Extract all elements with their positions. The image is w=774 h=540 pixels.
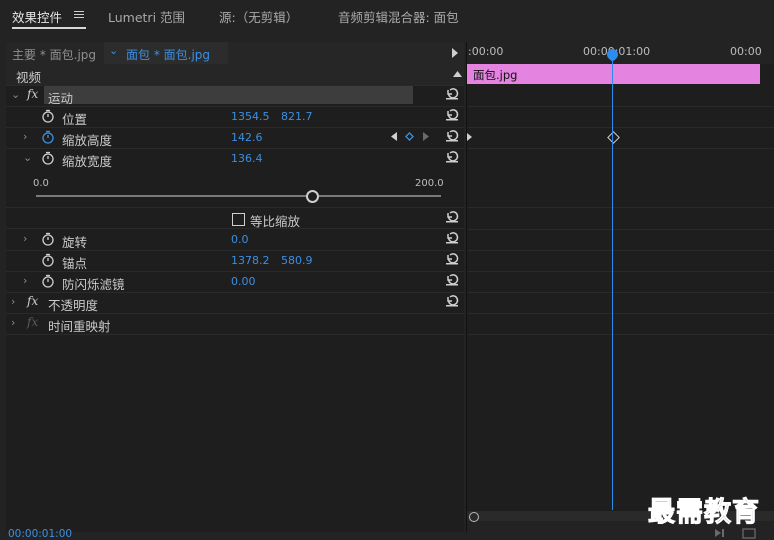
reset-icon[interactable] xyxy=(445,231,459,245)
tab-source[interactable]: 源:（无剪辑） xyxy=(219,7,298,26)
zoom-scroll-handle[interactable] xyxy=(469,512,479,522)
anchor-point-label: 锚点 xyxy=(62,256,88,271)
reset-icon[interactable] xyxy=(445,252,459,266)
sequence-clip-label[interactable]: 面包 * 面包.jpg xyxy=(126,46,210,63)
stopwatch-icon[interactable] xyxy=(41,253,55,267)
keyframe-start-marker-icon xyxy=(467,133,472,141)
rotation-label: 旋转 xyxy=(62,235,88,250)
reset-icon[interactable] xyxy=(445,294,459,308)
rotation-value[interactable]: 0.0 xyxy=(231,233,249,246)
tab-lumetri-scopes[interactable]: Lumetri 范围 xyxy=(108,7,185,26)
timeline-track-row xyxy=(467,127,774,149)
timeline-clip-name: 面包.jpg xyxy=(473,68,518,82)
anti-flicker-value[interactable]: 0.00 xyxy=(231,275,256,288)
stopwatch-active-icon[interactable] xyxy=(41,130,55,144)
playhead-line[interactable] xyxy=(612,52,613,510)
current-timecode[interactable]: 00:00:01:00 xyxy=(8,528,72,540)
scale-width-value[interactable]: 136.4 xyxy=(231,152,263,165)
panel-tab-bar: 效果控件 Lumetri 范围 源:（无剪辑） 音频剪辑混合器: 面包 xyxy=(0,0,774,34)
anchor-x-value[interactable]: 1378.2 xyxy=(231,254,270,267)
chevron-right-icon[interactable]: › xyxy=(23,130,27,143)
timeline-track-row xyxy=(467,85,774,107)
chevron-right-icon[interactable]: › xyxy=(23,232,27,245)
add-keyframe-icon[interactable] xyxy=(405,132,414,141)
anchor-point-row: 锚点 1378.2 580.9 xyxy=(6,250,464,272)
next-keyframe-icon[interactable] xyxy=(423,132,429,141)
anti-flicker-row: › 防闪烁滤镜 0.00 xyxy=(6,271,464,293)
rotation-row: › 旋转 0.0 xyxy=(6,229,464,251)
position-label: 位置 xyxy=(62,112,88,127)
timeline-track-row xyxy=(467,271,774,293)
scale-height-row: › 缩放高度 142.6 xyxy=(6,127,464,149)
timeline-clip[interactable]: 面包.jpg xyxy=(467,64,760,84)
position-x-value[interactable]: 1354.5 xyxy=(231,110,270,123)
uniform-scale-checkbox[interactable] xyxy=(232,213,245,226)
scale-width-label: 缩放宽度 xyxy=(62,154,113,169)
time-ruler[interactable]: :00:00 00:00:01:00 00:00 xyxy=(467,42,774,64)
stopwatch-icon[interactable] xyxy=(41,274,55,288)
ruler-tick-label: 00:00 xyxy=(730,45,762,58)
position-row: 位置 1354.5 821.7 xyxy=(6,106,464,128)
tab-audio-clip-mixer[interactable]: 音频剪辑混合器: 面包 xyxy=(338,7,459,26)
fx-icon[interactable]: fx xyxy=(27,87,38,101)
prev-keyframe-icon[interactable] xyxy=(391,132,397,141)
scale-width-slider-track[interactable] xyxy=(36,195,441,197)
motion-label: 运动 xyxy=(48,91,74,106)
stopwatch-icon[interactable] xyxy=(41,151,55,165)
timeline-track-row xyxy=(467,208,774,230)
chevron-right-icon[interactable]: › xyxy=(11,295,15,308)
reset-icon[interactable] xyxy=(445,273,459,287)
reset-icon[interactable] xyxy=(445,129,459,143)
stopwatch-icon[interactable] xyxy=(41,232,55,246)
fx-icon[interactable]: fx xyxy=(27,294,38,308)
fx-disabled-icon: fx xyxy=(27,315,39,329)
scale-height-value[interactable]: 142.6 xyxy=(231,131,263,144)
opacity-label: 不透明度 xyxy=(48,298,99,313)
chevron-down-icon[interactable]: ⌄ xyxy=(23,151,32,164)
motion-header-highlight xyxy=(44,86,413,104)
ruler-tick-label: :00:00 xyxy=(468,45,504,58)
timeline-track-row xyxy=(467,106,774,128)
timeline-track-row xyxy=(467,292,774,314)
position-y-value[interactable]: 821.7 xyxy=(281,110,313,123)
timeline-track-row xyxy=(467,229,774,251)
timeline-track-row xyxy=(467,313,774,335)
time-remapping-row[interactable]: › fx 时间重映射 xyxy=(6,313,464,335)
time-remapping-label: 时间重映射 xyxy=(48,319,111,334)
scale-width-row: ⌄ 缩放宽度 136.4 xyxy=(6,148,464,169)
collapse-up-icon[interactable] xyxy=(453,70,462,78)
video-section-header: 视频 xyxy=(6,64,464,86)
scale-width-slider-thumb[interactable] xyxy=(305,190,319,203)
reset-icon[interactable] xyxy=(445,210,459,224)
chevron-right-icon[interactable]: › xyxy=(11,316,15,329)
chevron-down-icon[interactable]: ⌄ xyxy=(11,88,20,101)
active-tab-indicator xyxy=(12,27,86,29)
scale-height-label: 缩放高度 xyxy=(62,133,113,148)
anchor-y-value[interactable]: 580.9 xyxy=(281,254,313,267)
stopwatch-icon[interactable] xyxy=(41,109,55,123)
reset-icon[interactable] xyxy=(445,87,459,101)
panel-menu-icon[interactable] xyxy=(74,11,84,20)
anti-flicker-label: 防闪烁滤镜 xyxy=(62,277,125,292)
keyframe-diamond[interactable] xyxy=(607,131,620,144)
watermark-logo: 最需教育 xyxy=(648,497,760,529)
timeline-track-row xyxy=(467,148,774,208)
chevron-right-icon[interactable]: › xyxy=(23,274,27,287)
motion-effect-row[interactable]: ⌄ fx 运动 xyxy=(6,85,464,107)
reset-icon[interactable] xyxy=(445,108,459,122)
show-timeline-icon[interactable] xyxy=(452,48,458,58)
video-section-label: 视频 xyxy=(16,70,42,85)
row-divider xyxy=(6,207,464,208)
tab-effect-controls[interactable]: 效果控件 xyxy=(12,7,62,26)
slider-min-label: 0.0 xyxy=(33,178,49,189)
master-clip-label[interactable]: 主要 * 面包.jpg xyxy=(12,46,96,63)
slider-max-label: 200.0 xyxy=(415,178,444,189)
source-bar: 主要 * 面包.jpg ⌄ 面包 * 面包.jpg xyxy=(6,42,464,64)
reset-icon[interactable] xyxy=(445,150,459,164)
chevron-down-icon[interactable]: ⌄ xyxy=(109,44,118,57)
opacity-effect-row[interactable]: › fx 不透明度 xyxy=(6,292,464,314)
timeline-track-row xyxy=(467,250,774,272)
